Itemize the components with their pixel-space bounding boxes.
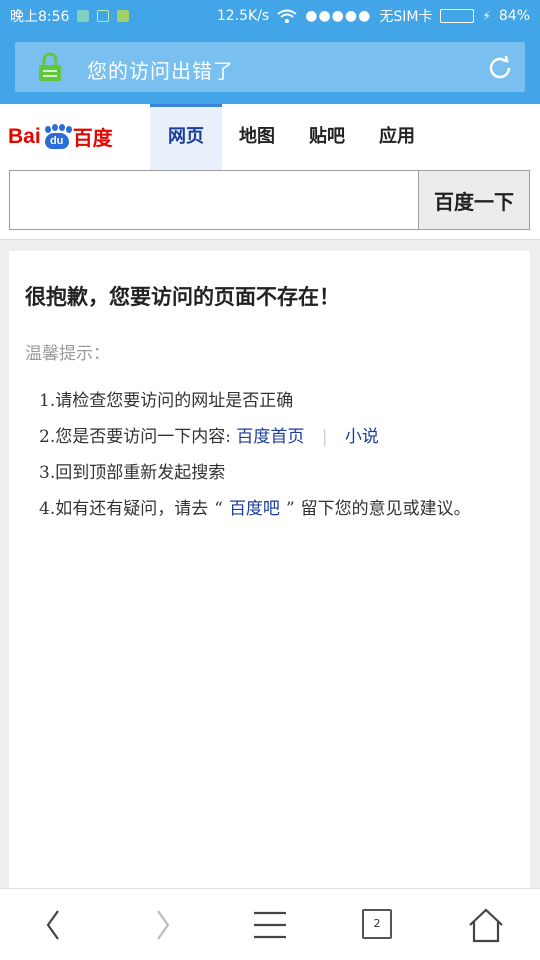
page-title: 您的访问出错了 [87,59,234,83]
tabs-button[interactable]: 2 [362,909,392,939]
usb-icon [97,10,110,22]
tip-item-4: 4.如有还有疑问，请去 “ 百度吧” 留下您的意见或建议。 [39,491,514,527]
address-bar[interactable]: 您的访问出错了 [15,42,525,92]
menu-icon[interactable] [250,907,290,943]
tab-map[interactable]: 地图 [222,104,292,170]
novel-link[interactable]: 小说 [345,427,379,447]
tab-tieba[interactable]: 贴吧 [292,104,362,170]
lock-icon [39,52,61,81]
search-tabs: 网页 地图 贴吧 应用 [150,104,432,170]
tab-webpage[interactable]: 网页 [150,104,222,170]
browser-toolbar: 您的访问出错了 [0,30,540,104]
error-title: 很抱歉，您要访问的页面不存在！ [25,284,340,309]
tip-item-2: 2.您是否要访问一下内容: 百度首页 | 小说 [39,419,514,455]
tip-label: 温馨提示： [25,344,110,364]
baidu-home-link[interactable]: 百度首页 [236,427,304,447]
tip-item-4-suffix: 留下您的意见或建议。 [300,499,471,519]
status-bar: 晚上8:56 12.5K/s ●●●●● 无SIM卡 ⚡ 84% [0,0,540,30]
baidu-header: Bai du 百度 网页 地图 贴吧 应用 [0,104,540,170]
android-notification-icon [117,10,130,22]
link-separator: | [321,427,328,447]
search-row: 百度一下 [0,170,540,240]
wifi-icon [277,9,297,23]
battery-percent: 84% [498,8,530,24]
carrier-label: 无SIM卡 [379,9,433,25]
baidu-logo[interactable]: Bai du 百度 [8,122,113,151]
paw-icon: du [42,123,72,150]
tip-list: 1.请检查您要访问的网址是否正确 2.您是否要访问一下内容: 百度首页 | 小说… [39,383,514,527]
app-notification-icon [77,10,90,22]
forward-icon[interactable] [142,907,182,943]
back-icon[interactable] [34,907,74,943]
search-input[interactable] [9,170,419,230]
home-icon[interactable] [466,907,506,943]
logo-text-cn: 百度 [72,126,113,150]
tip-item-1: 1.请检查您要访问的网址是否正确 [39,391,294,411]
status-time: 晚上8:56 [10,9,70,25]
logo-text-latin: Bai [8,124,41,148]
bottom-navigation: 2 [0,888,540,960]
tip-item-4-text: 4.如有还有疑问，请去 [39,499,209,519]
network-speed: 12.5K/s [216,8,270,24]
error-panel: 很抱歉，您要访问的页面不存在！ 温馨提示： 1.请检查您要访问的网址是否正确 2… [9,251,530,891]
quote-open: “ [214,499,223,519]
signal-strength: ●●●●● [305,8,372,24]
search-button[interactable]: 百度一下 [418,170,530,230]
tip-item-2-text: 2.您是否要访问一下内容: [39,427,231,447]
refresh-icon[interactable] [487,55,513,81]
tab-apps[interactable]: 应用 [362,104,432,170]
charging-icon: ⚡ [482,9,491,23]
baidu-tieba-link[interactable]: 百度吧 [229,499,280,519]
quote-close: ” [285,499,295,519]
battery-icon [440,9,475,23]
tip-item-3: 3.回到顶部重新发起搜索 [39,463,226,483]
logo-text-du: du [44,132,69,149]
